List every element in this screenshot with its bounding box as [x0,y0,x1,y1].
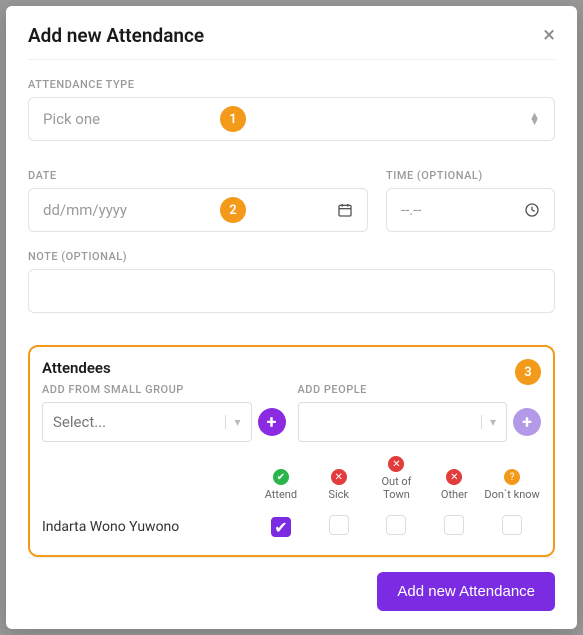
checkbox-other[interactable] [444,515,464,535]
time-input[interactable]: --.-- [386,188,555,232]
plus-icon: + [522,412,532,433]
checkbox-oot[interactable] [386,515,406,535]
badge-1: 1 [220,106,246,132]
modal-header: Add new Attendance × [28,24,555,60]
modal-footer: Add new Attendance [28,557,555,611]
date-placeholder: dd/mm/yyyy [43,201,127,219]
checkbox-dk[interactable] [502,515,522,535]
modal-title: Add new Attendance [28,24,204,47]
x-icon: ✕ [446,469,462,485]
chevron-down-icon: ▾ [481,415,496,429]
status-header: ✔ Attend ✕ Sick ✕ Out of Town ✕ Other ? … [42,456,541,501]
attendees-title: Attendees [42,359,541,377]
attendance-type-placeholder: Pick one [43,110,100,128]
close-icon[interactable]: × [543,25,555,47]
checkbox-sick[interactable] [329,515,349,535]
add-group-label: ADD FROM SMALL GROUP [42,383,286,396]
status-sick-label: Sick [328,488,349,501]
small-group-placeholder: Select... [53,413,106,431]
status-other-label: Other [441,488,468,501]
submit-button[interactable]: Add new Attendance [377,572,555,611]
chevron-updown-icon: ▲▼ [529,113,540,125]
attendees-section: 3 Attendees ADD FROM SMALL GROUP Select.… [28,345,555,557]
checkbox-attend[interactable]: ✔ [271,517,291,537]
attendance-type-label: ATTENDANCE TYPE [28,78,555,91]
date-label: DATE [28,169,368,182]
question-icon: ? [504,469,520,485]
status-oot-label: Out of Town [381,475,411,501]
add-attendance-modal: Add new Attendance × 1 ATTENDANCE TYPE P… [6,6,577,629]
small-group-select[interactable]: Select... ▾ [42,402,252,442]
attendee-row: Indarta Wono Yuwono ✔ [42,511,541,543]
date-input[interactable]: dd/mm/yyyy [28,188,368,232]
clock-icon [524,202,540,218]
people-select[interactable]: ▾ [298,402,508,442]
attendance-type-select[interactable]: Pick one ▲▼ [28,97,555,141]
badge-2: 2 [220,197,246,223]
note-label: NOTE (OPTIONAL) [28,250,555,263]
x-icon: ✕ [331,469,347,485]
badge-3: 3 [515,359,541,385]
check-icon: ✔ [273,469,289,485]
add-people-label: ADD PEOPLE [298,383,542,396]
x-icon: ✕ [388,456,404,472]
add-people-button[interactable]: + [513,408,541,436]
add-group-button[interactable]: + [258,408,286,436]
plus-icon: + [267,412,277,433]
status-attend-label: Attend [265,488,297,501]
time-label: TIME (OPTIONAL) [386,169,555,182]
status-dk-label: Don`t know [484,488,539,501]
time-placeholder: --.-- [401,201,422,219]
chevron-down-icon: ▾ [225,415,240,429]
calendar-icon [337,202,353,218]
note-input[interactable] [28,269,555,313]
attendee-name: Indarta Wono Yuwono [42,519,252,535]
